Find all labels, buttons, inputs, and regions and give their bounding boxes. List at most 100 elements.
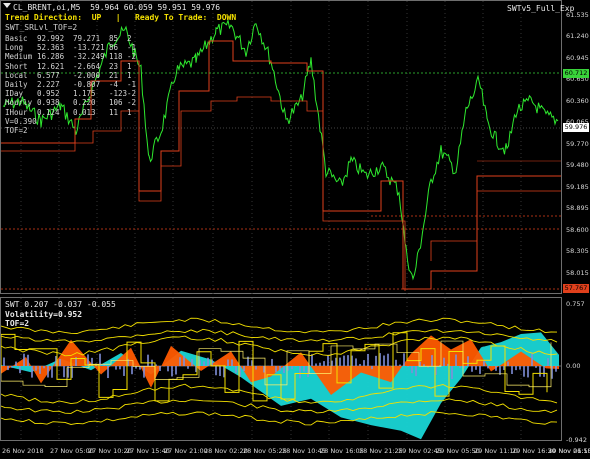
histogram-bar: [35, 366, 37, 371]
level-line: [430, 190, 561, 261]
swt-indicator-pane[interactable]: SWT 0.207 -0.037 -0.055 Volatility=0.952…: [0, 297, 563, 442]
histogram-bar: [459, 366, 461, 368]
histogram-bar: [451, 366, 453, 379]
histogram-bar: [147, 354, 149, 366]
histogram-bar: [303, 366, 305, 372]
histogram-bar: [487, 366, 489, 369]
tof-label: TOF=2: [5, 319, 30, 328]
histogram-bar: [39, 366, 41, 374]
histogram-bar: [243, 366, 245, 372]
table-row: Short 12.621 -2.664 23 1: [5, 61, 132, 71]
histogram-bar: [175, 366, 177, 375]
histogram-bar: [511, 366, 513, 375]
histogram-bar: [115, 366, 117, 370]
v-value: V=0.390: [5, 116, 37, 126]
histogram-bar: [479, 366, 481, 374]
price-axis-label: 58.015: [566, 269, 589, 277]
table-row: Local 6.577 -2.000 21 1: [5, 70, 132, 80]
histogram-bar: [355, 358, 357, 366]
histogram-bar: [367, 353, 369, 366]
histogram-bar: [47, 366, 49, 378]
symbol-dropdown-icon[interactable]: [3, 3, 11, 8]
price-axis-label: 58.305: [566, 247, 589, 255]
table-row: Medium 16.286 -32.249 118 -2: [5, 52, 137, 62]
histogram-bar: [219, 366, 221, 376]
histogram-bar: [15, 361, 17, 366]
histogram-bar: [159, 366, 161, 371]
histogram-bar: [547, 358, 549, 366]
price-axis-label: 59.480: [566, 161, 589, 169]
price-axis-label: 60.945: [566, 54, 589, 62]
swt-axis-top: 0.757: [566, 300, 585, 308]
histogram-bar: [19, 366, 21, 374]
histogram-bar: [315, 363, 317, 366]
histogram-bar: [319, 362, 321, 366]
histogram-bar: [423, 364, 425, 366]
time-axis-label: 27 Nov 21:00: [164, 447, 208, 455]
histogram-bar: [63, 366, 65, 378]
histogram-bar: [191, 358, 193, 366]
histogram-bar: [167, 366, 169, 372]
histogram-bar: [531, 353, 533, 366]
histogram-bar: [299, 366, 301, 379]
time-axis-label: 28 Nov 02:20: [204, 447, 248, 455]
histogram-bar: [215, 366, 217, 376]
histogram-bar: [515, 366, 517, 371]
histogram-bar: [371, 366, 373, 370]
swt-axis-zero: 0.00: [566, 362, 581, 370]
price-chart-pane[interactable]: CL_BRENT,oi,M5 59.964 60.059 59.951 59.9…: [0, 0, 574, 295]
histogram-bar: [43, 366, 45, 369]
histogram-bar: [455, 354, 457, 366]
histogram-bar: [227, 359, 229, 366]
histogram-bar: [3, 357, 5, 366]
histogram-bar: [407, 366, 409, 367]
price-axis-label: 59.770: [566, 140, 589, 148]
symbol-info: CL_BRENT,oi,M5 59.964 60.059 59.951 59.9…: [13, 3, 221, 12]
histogram-bar: [343, 355, 345, 366]
histogram-bar: [323, 361, 325, 366]
swt-envelope-line: [1, 317, 558, 334]
time-axis-label: 26 Nov 2018: [2, 447, 44, 455]
histogram-bar: [523, 366, 525, 377]
histogram-bar: [399, 364, 401, 366]
histogram-bar: [279, 366, 281, 371]
price-axis-label: 58.600: [566, 226, 589, 234]
table-row: Basic 92.992 79.271 85 2: [5, 34, 132, 43]
histogram-bar: [7, 366, 9, 371]
histogram-bar: [339, 357, 341, 366]
histogram-bar: [539, 366, 541, 377]
trend-direction-label: Trend Direction: UP | Ready To Trade: DO…: [5, 13, 237, 22]
histogram-bar: [443, 357, 445, 366]
histogram-bar: [283, 366, 285, 373]
price-axis-label: 61.240: [566, 32, 589, 40]
price-axis-label: 61.535: [566, 11, 589, 19]
table-row: Long 52.363 -13.721 86 -1: [5, 43, 137, 53]
expert-advisor-label: SWTv5_Full_Exp: [507, 4, 575, 13]
swt-indicator-canvas[interactable]: [1, 298, 563, 442]
histogram-bar: [467, 356, 469, 366]
histogram-bar: [311, 354, 313, 366]
histogram-bar: [187, 366, 189, 369]
swt-envelope-line: [1, 411, 558, 426]
histogram-bar: [475, 366, 477, 370]
histogram-bar: [295, 366, 297, 367]
histogram-bar: [123, 366, 125, 376]
swt-title: SWT 0.207 -0.037 -0.055: [5, 300, 116, 309]
chart-window: CL_BRENT,oi,M5 59.964 60.059 59.951 59.9…: [0, 0, 590, 459]
histogram-bar: [59, 358, 61, 366]
histogram-bar: [203, 361, 205, 366]
histogram-bar: [383, 355, 385, 366]
histogram-bar: [347, 355, 349, 366]
histogram-bar: [51, 366, 53, 378]
price-axis-label: 58.895: [566, 204, 589, 212]
histogram-bar: [403, 353, 405, 366]
indicator-label: SWT_SRLvl_TOF=2: [5, 23, 78, 32]
volatility-label: Volatility=0.952: [5, 310, 83, 319]
histogram-bar: [131, 366, 133, 375]
swt-stats-table: Basic 92.992 79.271 85 2 Long 52.363 -13.721 86…: [5, 34, 141, 135]
histogram-bar: [255, 366, 257, 370]
support-price-tag: 57.767: [563, 284, 589, 293]
histogram-bar: [543, 366, 545, 377]
histogram-bar: [83, 366, 85, 368]
histogram-bar: [179, 357, 181, 366]
